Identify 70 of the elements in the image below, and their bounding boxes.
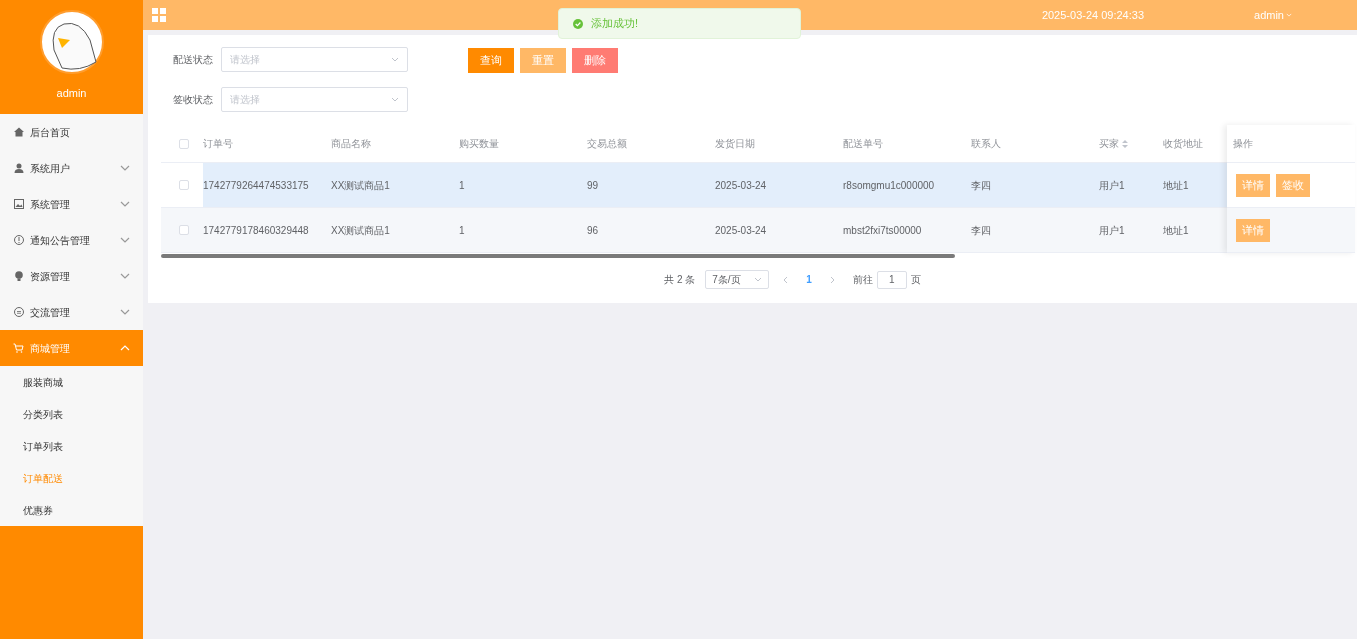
table-cell: XX测试商品1 (331, 224, 390, 236)
column-header: 订单号 (203, 137, 233, 151)
table-cell: 2025-03-24 (715, 224, 767, 236)
checkbox[interactable] (179, 180, 189, 190)
table-cell: 96 (587, 224, 599, 236)
grid-icon[interactable] (152, 8, 166, 22)
menu-item[interactable]: 系统管理 (0, 186, 143, 222)
table-row[interactable]: 1742779264474533175 XX测试商品1 1 99 2025-03-24 r8somgmu1c000000 李四 用户1 地址1 (203, 163, 1227, 207)
menu-item[interactable]: 系统用户 (0, 150, 143, 186)
user-icon (13, 163, 24, 173)
submenu-item[interactable]: 优惠券 (0, 494, 143, 526)
page-size-select[interactable]: 7条/页 (705, 270, 770, 289)
column-header: 发货日期 (715, 137, 755, 151)
table-cell: 1742779264474533175 (203, 179, 309, 191)
date-time: 2025-03-24 09:24:33 (1041, 7, 1145, 23)
goto-label: 前往 (852, 273, 873, 287)
menu-item[interactable]: 交流管理 (0, 294, 143, 330)
scrollbar-thumb[interactable] (161, 254, 955, 258)
table-cell: 用户1 (1099, 179, 1125, 191)
toast-message: 添加成功! (591, 16, 639, 32)
column-header: 购买数量 (459, 137, 499, 151)
table-cell: 地址1 (1163, 224, 1189, 236)
table-cell: mbst2fxi7ts00000 (843, 224, 922, 236)
checkbox[interactable] (179, 138, 189, 149)
table-cell: 李四 (971, 179, 991, 191)
prev-icon[interactable] (783, 275, 789, 284)
chat-icon (13, 307, 24, 317)
column-header: 交易总额 (587, 137, 627, 151)
menu-item[interactable]: 后台首页 (0, 114, 143, 150)
total-count: 共 2 条 (664, 273, 696, 287)
image-icon (13, 199, 24, 209)
column-header: 商品名称 (331, 137, 371, 151)
menu-item[interactable]: 通知公告管理 (0, 222, 143, 258)
table-cell: 2025-03-24 (715, 179, 767, 191)
sort-icon[interactable] (1122, 139, 1128, 148)
avatar-drawing (39, 10, 104, 74)
column-header: 操作 (1233, 137, 1253, 151)
table-cell: 地址1 (1163, 179, 1189, 191)
table-cell: 用户1 (1099, 224, 1125, 236)
next-icon[interactable] (829, 275, 835, 284)
table-cell: XX测试商品1 (331, 179, 390, 191)
column-header: 收货地址 (1163, 137, 1203, 151)
table-cell: 李四 (971, 224, 991, 236)
table-cell: 1 (459, 179, 465, 191)
home-icon (13, 127, 24, 137)
table-cell: r8somgmu1c000000 (843, 179, 935, 191)
submenu-item[interactable]: 订单列表 (0, 430, 143, 462)
chevron-icon (391, 97, 399, 102)
table-cell: 1742779178460329448 (203, 224, 309, 236)
info-icon (13, 235, 24, 245)
column-header[interactable]: 买家 (1099, 136, 1119, 151)
chevron-icon (754, 277, 763, 282)
filter-label: 配送状态 (173, 53, 213, 67)
filter-label: 签收状态 (173, 93, 213, 107)
cart-icon (13, 343, 24, 353)
user-name: admin (56, 86, 87, 101)
column-header: 联系人 (971, 137, 1001, 151)
column-header: 配送单号 (843, 137, 883, 151)
menu-item[interactable]: 资源管理 (0, 258, 143, 294)
bulb-icon (13, 271, 24, 281)
success-icon (573, 18, 583, 29)
submenu-item[interactable]: 分类列表 (0, 398, 143, 430)
submenu-item[interactable]: 服装商城 (0, 366, 143, 398)
page-input[interactable]: 1 (876, 270, 907, 289)
chevron-icon (391, 57, 399, 62)
checkbox[interactable] (179, 225, 189, 235)
table-cell: 1 (459, 224, 465, 236)
chevron-icon (1286, 13, 1292, 17)
page-suffix: 页 (910, 273, 921, 287)
table-cell: 99 (587, 179, 599, 191)
